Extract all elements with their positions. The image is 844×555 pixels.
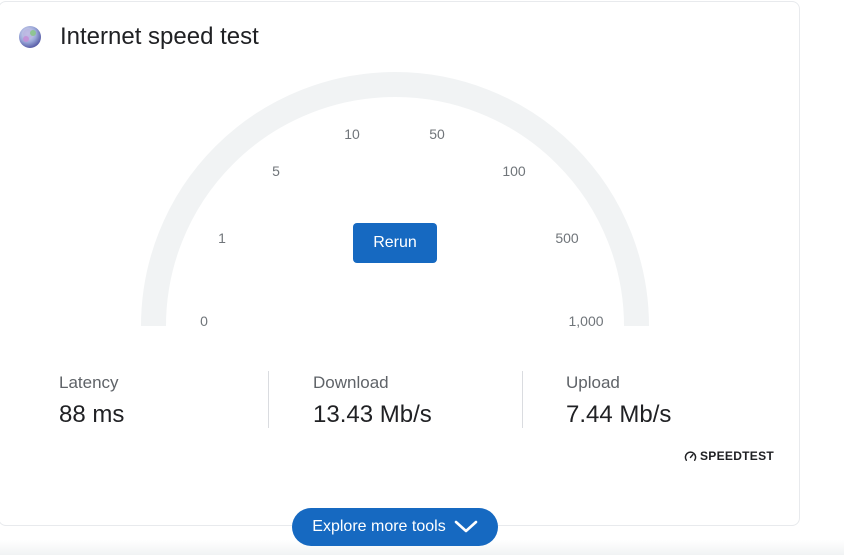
gauge-scale-label: 10 <box>344 126 360 142</box>
gauge-scale-label: 50 <box>429 126 445 142</box>
gauge-scale-label: 5 <box>272 163 280 179</box>
upload-value: 7.44 Mb/s <box>566 401 672 428</box>
speedometer-icon <box>684 450 697 461</box>
latency-stat: Latency 88 ms <box>59 371 124 431</box>
download-label: Download <box>313 373 389 392</box>
stat-divider <box>268 371 269 428</box>
stat-divider <box>522 371 523 428</box>
gauge-scale-label: 1 <box>218 230 226 246</box>
gauge-track <box>141 72 649 327</box>
speed-gauge <box>141 72 649 327</box>
gauge-scale-label: 1,000 <box>568 313 604 329</box>
gauge-scale-label: 100 <box>502 163 526 179</box>
latency-label: Latency <box>59 373 119 392</box>
upload-label: Upload <box>566 373 620 392</box>
speedtest-label: SPEEDTEST <box>700 449 775 463</box>
speedtest-attribution[interactable]: SPEEDTEST <box>684 449 774 463</box>
explore-more-tools-button[interactable]: Explore more tools <box>292 508 498 546</box>
upload-stat: Upload 7.44 Mb/s <box>566 371 671 431</box>
gauge-scale-label: 0 <box>200 313 208 329</box>
gauge-scale-label: 500 <box>555 230 579 246</box>
rerun-button[interactable]: Rerun <box>353 223 437 263</box>
chevron-down-icon <box>454 520 477 533</box>
download-value: 13.43 Mb/s <box>313 401 432 428</box>
download-stat: Download 13.43 Mb/s <box>313 371 432 431</box>
explore-label: Explore more tools <box>312 518 446 535</box>
latency-value: 88 ms <box>59 401 125 428</box>
